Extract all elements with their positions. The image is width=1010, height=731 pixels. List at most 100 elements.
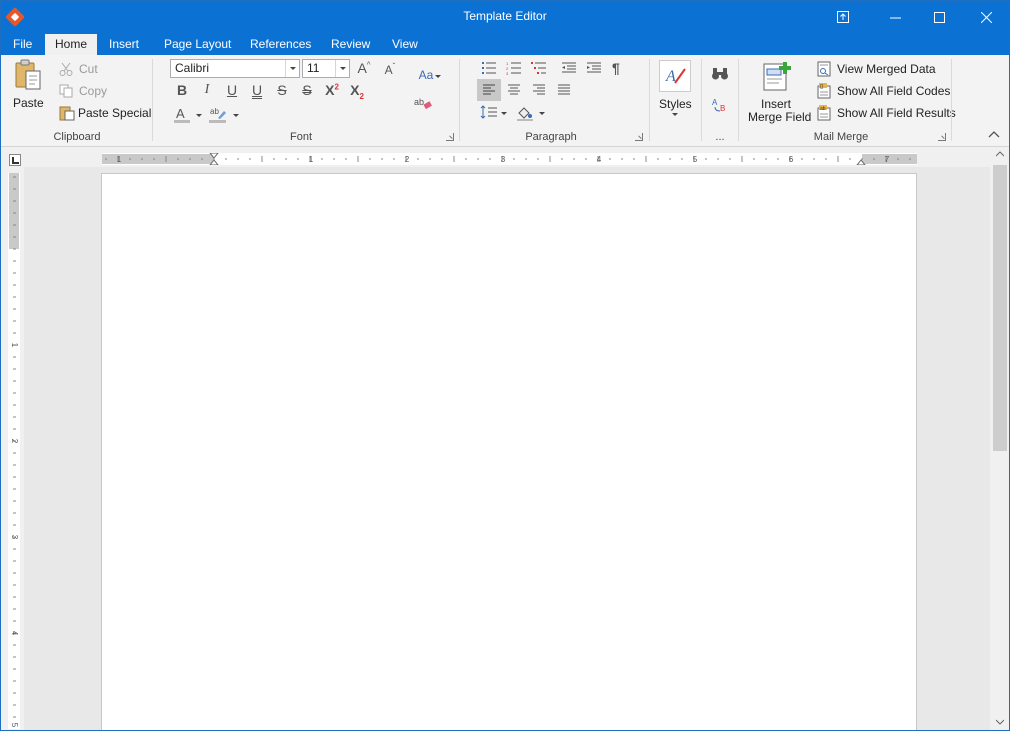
group-separator (738, 59, 739, 141)
view-merged-data-label: View Merged Data (837, 62, 936, 76)
svg-text:A: A (176, 106, 185, 121)
font-family-value: Calibri (175, 61, 210, 75)
chevron-down-icon (196, 114, 202, 117)
shrink-font-button[interactable]: Aˇ (381, 62, 399, 77)
ruler-label-5: 5 (693, 155, 698, 164)
ruler-ticks (13, 176, 16, 718)
chevron-down-icon (435, 75, 441, 78)
chevron-down-icon (672, 113, 678, 116)
svg-text:A: A (712, 98, 718, 107)
font-family-combo[interactable]: Calibri (170, 59, 300, 78)
bold-button[interactable]: B (173, 82, 191, 98)
vruler-label-2: 2 (10, 439, 19, 444)
grow-font-button[interactable]: A^ (355, 60, 373, 76)
increase-indent-icon[interactable] (586, 61, 602, 75)
minimize-button[interactable] (872, 1, 918, 33)
vertical-ruler[interactable]: 1 2 3 4 5 (8, 173, 20, 729)
scrollbar-thumb[interactable] (993, 165, 1007, 451)
vertical-scrollbar[interactable] (991, 147, 1009, 730)
ribbon-home: Paste Cut Copy Paste Special Clipboard C… (1, 55, 1009, 147)
insert-merge-field-icon (763, 62, 791, 91)
italic-button[interactable]: I (198, 82, 216, 98)
chevron-down-icon (501, 112, 507, 115)
svg-text:¶: ¶ (612, 60, 620, 76)
document-page[interactable] (101, 173, 917, 730)
scroll-down-icon[interactable] (996, 719, 1004, 725)
maximize-icon (933, 11, 945, 23)
ribbon-display-button[interactable] (820, 1, 866, 33)
align-center-icon[interactable] (507, 84, 521, 96)
tab-view[interactable]: View (382, 33, 428, 55)
justify-icon[interactable] (557, 84, 571, 96)
copy-icon (59, 84, 73, 98)
strikethrough-button[interactable]: S (273, 82, 291, 98)
view-merged-data-icon (817, 61, 831, 77)
insert-merge-field-label-line1: Insert (761, 97, 792, 111)
scroll-up-icon[interactable] (996, 151, 1004, 157)
group-separator (152, 59, 153, 141)
close-icon (980, 11, 992, 23)
vruler-label-5: 5 (10, 723, 19, 728)
pilcrow-icon[interactable]: ¶ (611, 60, 625, 76)
paste-icon (15, 59, 41, 90)
double-underline-button[interactable]: U (248, 82, 266, 98)
chevron-down-icon (335, 60, 349, 77)
svg-text:3: 3 (506, 71, 509, 75)
shading-icon (517, 107, 533, 121)
styles-icon: A (665, 68, 686, 85)
tab-home[interactable]: Home (45, 34, 98, 55)
decrease-indent-icon[interactable] (561, 61, 577, 75)
tab-review[interactable]: Review (321, 33, 380, 55)
template-editor-window: Template Editor File Home Insert Page La… (0, 0, 1010, 731)
tab-file[interactable]: File (3, 33, 42, 55)
paste-special-icon (59, 106, 75, 121)
tab-page-layout[interactable]: Page Layout (154, 33, 241, 55)
maximize-button[interactable] (916, 1, 962, 33)
paste-label: Paste (13, 96, 44, 110)
mail-merge-dialog-launcher-icon[interactable] (938, 133, 946, 141)
align-left-button[interactable] (477, 79, 501, 101)
ribbon-display-icon (837, 11, 849, 23)
superscript-button[interactable]: X2 (323, 82, 341, 98)
tab-insert[interactable]: Insert (99, 33, 149, 55)
styles-gallery: A (659, 60, 691, 92)
tab-references[interactable]: References (240, 33, 321, 55)
clear-formatting-icon[interactable]: ab (414, 96, 432, 110)
replace-icon[interactable]: AB (712, 97, 728, 113)
font-dialog-launcher-icon[interactable] (446, 133, 454, 141)
editing-group-label: ... (715, 131, 725, 143)
subscript-button[interactable]: X2 (348, 82, 366, 101)
find-binoculars-icon[interactable] (711, 67, 729, 81)
ribbon-tabs: File Home Insert Page Layout References … (1, 33, 1009, 55)
tab-stop-selector[interactable] (9, 154, 21, 166)
svg-text:ab: ab (414, 97, 424, 107)
clipboard-group-label: Clipboard (53, 131, 101, 143)
mail-merge-group-label: Mail Merge (813, 131, 869, 143)
close-button[interactable] (963, 1, 1009, 33)
field-results-icon: ab (817, 105, 831, 121)
align-left-icon (483, 84, 495, 95)
cut-label: Cut (79, 62, 98, 76)
change-case-glyph: Aa (418, 68, 434, 82)
horizontal-ruler[interactable]: 1 1 2 3 4 5 6 7 (102, 153, 917, 165)
collapse-ribbon-icon[interactable] (988, 129, 1000, 139)
svg-text:B: B (720, 104, 725, 113)
chevron-down-icon (233, 114, 239, 117)
ruler-label-3: 3 (501, 155, 506, 164)
ruler-label-4: 4 (597, 155, 602, 164)
underline-button[interactable]: U (223, 82, 241, 98)
ruler-label-2: 2 (405, 155, 410, 164)
paragraph-dialog-launcher-icon[interactable] (635, 133, 643, 141)
ruler-label-6: 6 (789, 155, 794, 164)
numbering-icon[interactable]: 123 (506, 61, 522, 75)
align-right-icon[interactable] (532, 84, 546, 96)
font-size-combo[interactable]: 11 (302, 59, 350, 78)
vruler-label-1: 1 (10, 343, 19, 348)
multilevel-list-icon[interactable] (531, 61, 547, 75)
show-all-field-codes-label: Show All Field Codes (837, 84, 951, 98)
ruler-label-7: 7 (885, 155, 890, 164)
double-strikethrough-button[interactable]: S (298, 82, 316, 98)
svg-text:ab: ab (820, 106, 826, 112)
font-color-icon: A (174, 106, 190, 123)
bullets-icon[interactable] (481, 61, 497, 75)
